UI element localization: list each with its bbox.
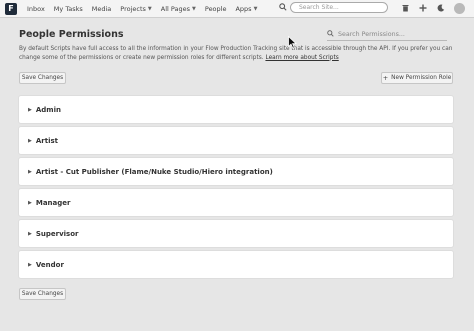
avatar[interactable] [454, 3, 465, 14]
role-row-manager[interactable]: ▶ Manager [19, 189, 453, 216]
trash-icon[interactable] [396, 4, 414, 14]
search-icon[interactable] [279, 2, 287, 13]
role-label: Vendor [35, 260, 64, 269]
save-changes-label: Save Changes [21, 75, 64, 81]
nav-all-pages[interactable]: All Pages ▼ [161, 5, 196, 13]
nav-apps[interactable]: Apps ▼ [235, 5, 257, 13]
page-description: By default Scripts have full access to a… [19, 45, 457, 62]
nav-people-label: People [204, 4, 227, 13]
logo-letter: F [8, 4, 14, 13]
header-actions [396, 3, 465, 14]
nav-inbox[interactable]: Inbox [27, 5, 45, 13]
chevron-down-icon: ▼ [253, 5, 258, 12]
nav-projects[interactable]: Projects ▼ [120, 5, 152, 13]
nav-media-label: Media [91, 4, 112, 13]
plus-icon[interactable] [414, 4, 432, 14]
caret-right-icon: ▶ [28, 261, 32, 268]
permission-roles-list: ▶ Admin ▶ Artist ▶ Artist - Cut Publishe… [19, 96, 453, 282]
save-changes-button-top[interactable]: Save Changes [19, 72, 66, 84]
nav-media[interactable]: Media [92, 5, 112, 13]
site-search-placeholder: Search Site... [299, 4, 339, 11]
chevron-down-icon: ▼ [147, 5, 152, 12]
chevron-down-icon: ▼ [192, 5, 196, 12]
site-search: Search Site... [279, 2, 388, 13]
role-label: Admin [35, 105, 61, 114]
learn-more-link[interactable]: Learn more about Scripts [265, 55, 338, 61]
nav-my-tasks-label: My Tasks [53, 4, 83, 13]
role-row-vendor[interactable]: ▶ Vendor [19, 251, 453, 278]
permissions-search-placeholder: Search Permissions... [338, 31, 405, 38]
new-permission-role-label: New Permission Role [391, 75, 452, 81]
app-logo[interactable]: F [5, 2, 17, 15]
nav-all-pages-label: All Pages [160, 4, 191, 13]
caret-right-icon: ▶ [28, 230, 32, 237]
page-title: People Permissions [19, 29, 124, 40]
nav-people[interactable]: People [205, 5, 227, 13]
new-permission-role-button[interactable]: + New Permission Role [381, 72, 453, 84]
role-label: Manager [35, 198, 71, 207]
role-row-artist-cut-publisher[interactable]: ▶ Artist - Cut Publisher (Flame/Nuke Stu… [19, 158, 453, 185]
nav-apps-label: Apps [235, 4, 252, 13]
role-label: Artist - Cut Publisher (Flame/Nuke Studi… [35, 167, 273, 176]
mouse-cursor-icon [288, 34, 298, 53]
role-row-artist[interactable]: ▶ Artist [19, 127, 453, 154]
role-row-admin[interactable]: ▶ Admin [19, 96, 453, 123]
save-changes-label: Save Changes [21, 291, 64, 297]
plus-icon: + [382, 74, 389, 82]
description-text: By default Scripts have full access to a… [19, 46, 453, 61]
site-search-input[interactable]: Search Site... [290, 2, 388, 13]
top-nav-bar: F Inbox My Tasks Media Projects ▼ All Pa… [0, 0, 474, 18]
search-icon [327, 30, 334, 39]
role-label: Artist [35, 136, 58, 145]
role-label: Supervisor [35, 229, 79, 238]
nav-my-tasks[interactable]: My Tasks [54, 5, 83, 13]
caret-right-icon: ▶ [28, 168, 32, 175]
caret-right-icon: ▶ [28, 137, 32, 144]
role-row-supervisor[interactable]: ▶ Supervisor [19, 220, 453, 247]
permissions-search-input[interactable]: Search Permissions... [327, 29, 447, 41]
caret-right-icon: ▶ [28, 106, 32, 113]
nav-inbox-label: Inbox [27, 4, 45, 13]
night-mode-icon[interactable] [432, 4, 450, 14]
save-changes-button-bottom[interactable]: Save Changes [19, 288, 66, 300]
caret-right-icon: ▶ [28, 199, 32, 206]
nav-projects-label: Projects [120, 4, 146, 13]
